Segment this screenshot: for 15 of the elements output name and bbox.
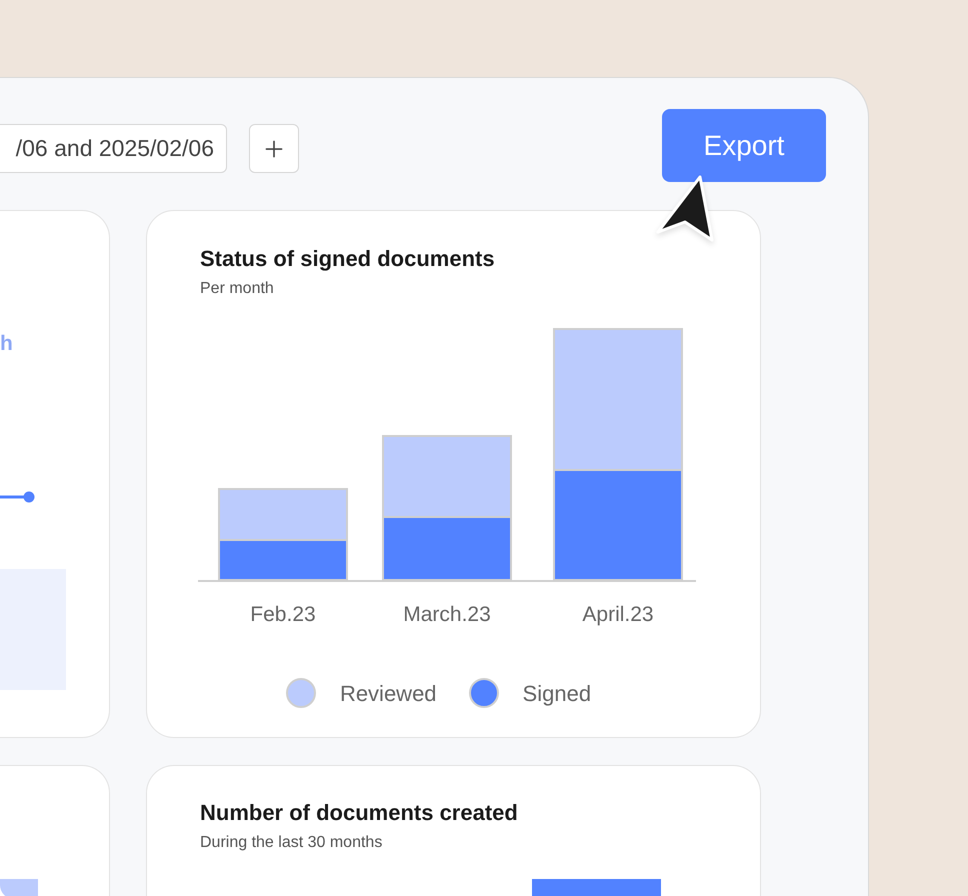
card-subtitle: Per month	[200, 279, 275, 299]
axis-label: Feb.23	[249, 602, 317, 628]
date-range-field[interactable]: /06 and 2025/02/06	[0, 124, 227, 173]
axis-label: March.23	[402, 602, 492, 628]
add-button[interactable]	[249, 124, 299, 173]
card-title: Number of documents created	[200, 799, 519, 827]
legend-label: Signed	[522, 680, 592, 708]
axis-label: April.23	[581, 602, 655, 628]
bar-drawing	[0, 879, 38, 896]
export-button[interactable]: Export	[662, 109, 826, 182]
line-chart-drawing	[0, 491, 36, 503]
legend-label: Reviewed	[340, 680, 437, 708]
chart-heading: h	[0, 333, 13, 354]
card-subtitle: During the last 30 months	[200, 833, 384, 853]
card-title: Status of signed documents	[200, 245, 496, 273]
